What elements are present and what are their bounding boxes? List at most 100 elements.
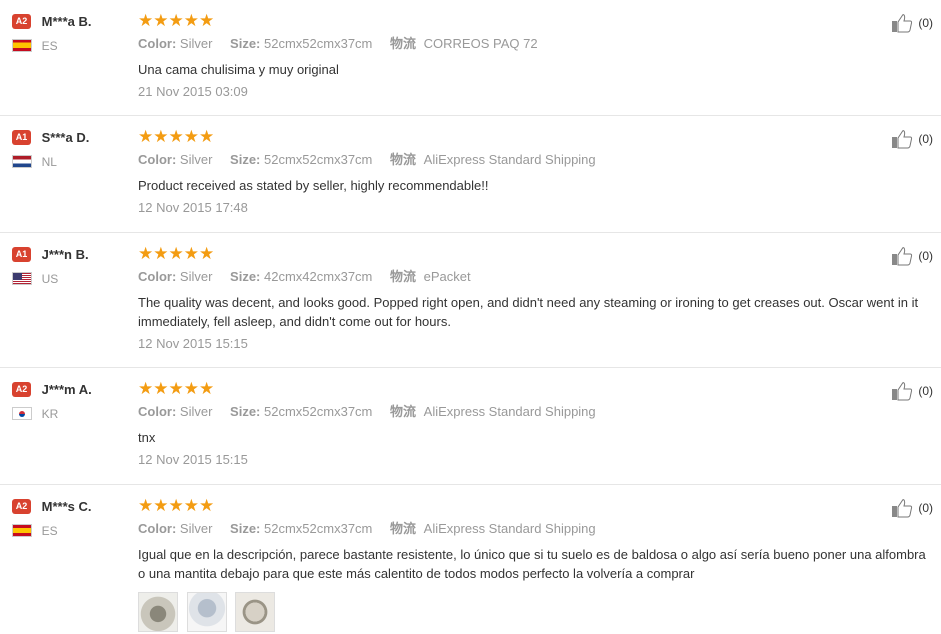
review-date: 21 Nov 2015 03:09: [138, 84, 248, 99]
logistics-icon: 物流: [390, 152, 417, 167]
review-date: 12 Nov 2015 15:15: [138, 336, 248, 351]
shipping-method: ePacket: [423, 269, 471, 284]
color-value: Silver: [179, 36, 213, 51]
review-text: Product received as stated by seller, hi…: [138, 178, 489, 193]
review-content: ★★★★★ Color: Silver Size: 52cmx52cmx37cm…: [138, 12, 929, 100]
size-value: 42cmx42cmx37cm: [264, 269, 373, 284]
thumbs-up-icon: [891, 499, 913, 518]
shipping-method: AliExpress Standard Shipping: [423, 521, 596, 536]
country-code: US: [41, 271, 59, 286]
shipping-method: CORREOS PAQ 72: [423, 36, 538, 51]
logistics-icon: 物流: [390, 269, 417, 284]
color-label: Color:: [138, 404, 177, 419]
review-text: Una cama chulisima y muy original: [138, 62, 339, 77]
star-rating: ★★★★★: [138, 11, 215, 30]
country-code: ES: [41, 38, 58, 53]
size-value: 52cmx52cmx37cm: [264, 521, 373, 536]
logistics-icon: 物流: [390, 521, 417, 536]
size-label: Size:: [230, 269, 261, 284]
country-code: KR: [41, 406, 59, 421]
review-date: 12 Nov 2015 15:15: [138, 452, 248, 467]
buyer-info: A2 J***m A. KR: [12, 381, 132, 421]
logistics-icon: 物流: [390, 36, 417, 51]
helpful-button[interactable]: (0): [891, 246, 933, 266]
size-label: Size:: [230, 152, 261, 167]
star-rating: ★★★★★: [138, 379, 215, 398]
review-content: ★★★★★ Color: Silver Size: 52cmx52cmx37cm…: [138, 380, 929, 468]
country-code: ES: [41, 523, 58, 538]
review-content: ★★★★★ Color: Silver Size: 52cmx52cmx37cm…: [138, 128, 929, 216]
buyer-name: M***a B.: [41, 14, 92, 30]
buyer-info: A1 S***a D. NL: [12, 129, 132, 169]
size-label: Size:: [230, 404, 261, 419]
review-content: ★★★★★ Color: Silver Size: 52cmx52cmx37cm…: [138, 497, 929, 634]
color-value: Silver: [179, 269, 213, 284]
thumbs-up-icon: [891, 14, 913, 33]
color-value: Silver: [179, 404, 213, 419]
buyer-level-badge: A2: [12, 14, 31, 30]
thumbs-up-icon: [891, 130, 913, 149]
review-text: Igual que en la descripción, parece bast…: [138, 547, 926, 581]
order-properties: Color: Silver Size: 52cmx52cmx37cm 物流 Al…: [138, 152, 929, 168]
spain-flag-icon: [12, 39, 32, 53]
review-item: A2 J***m A. KR ★★★★★ Color: Silver Size:…: [0, 368, 941, 485]
buyer-name: S***a D.: [41, 130, 90, 146]
logistics-icon: 物流: [390, 404, 417, 419]
shipping-method: AliExpress Standard Shipping: [423, 404, 596, 419]
color-value: Silver: [179, 521, 213, 536]
order-properties: Color: Silver Size: 42cmx42cmx37cm 物流 eP…: [138, 269, 929, 285]
review-content: ★★★★★ Color: Silver Size: 42cmx42cmx37cm…: [138, 245, 929, 352]
helpful-button[interactable]: (0): [891, 381, 933, 401]
buyer-level-badge: A2: [12, 382, 31, 398]
buyer-country: ES: [12, 37, 132, 53]
reviews-list: A2 M***a B. ES ★★★★★ Color: Silver Size:…: [0, 0, 941, 633]
order-properties: Color: Silver Size: 52cmx52cmx37cm 物流 CO…: [138, 36, 929, 52]
review-photo-thumbnail[interactable]: [138, 592, 178, 632]
spain-flag-icon: [12, 524, 32, 538]
buyer-name: J***n B.: [41, 247, 89, 263]
buyer-name: M***s C.: [41, 499, 92, 515]
review-item: A2 M***a B. ES ★★★★★ Color: Silver Size:…: [0, 0, 941, 116]
buyer-country: US: [12, 270, 132, 286]
buyer-country: ES: [12, 522, 132, 538]
helpful-count: (0): [918, 384, 933, 398]
buyer-level-badge: A1: [12, 130, 31, 146]
shipping-method: AliExpress Standard Shipping: [423, 152, 596, 167]
buyer-info: A2 M***a B. ES: [12, 13, 132, 53]
helpful-count: (0): [918, 249, 933, 263]
thumbs-up-icon: [891, 247, 913, 266]
color-label: Color:: [138, 521, 177, 536]
size-value: 52cmx52cmx37cm: [264, 404, 373, 419]
review-photos: [138, 592, 929, 634]
helpful-count: (0): [918, 132, 933, 146]
buyer-name: J***m A.: [41, 382, 92, 398]
color-value: Silver: [179, 152, 213, 167]
helpful-button[interactable]: (0): [891, 498, 933, 518]
color-label: Color:: [138, 269, 177, 284]
review-photo-thumbnail[interactable]: [186, 592, 227, 632]
order-properties: Color: Silver Size: 52cmx52cmx37cm 物流 Al…: [138, 521, 929, 537]
buyer-info: A1 J***n B. US: [12, 246, 132, 286]
star-rating: ★★★★★: [138, 496, 215, 515]
buyer-country: NL: [12, 153, 132, 169]
star-rating: ★★★★★: [138, 127, 215, 146]
helpful-button[interactable]: (0): [891, 129, 933, 149]
helpful-count: (0): [918, 501, 933, 515]
review-item: A2 M***s C. ES ★★★★★ Color: Silver Size:…: [0, 485, 941, 633]
size-label: Size:: [230, 36, 261, 51]
netherlands-flag-icon: [12, 155, 32, 169]
review-date: 12 Nov 2015 17:48: [138, 200, 248, 215]
buyer-info: A2 M***s C. ES: [12, 498, 132, 538]
buyer-level-badge: A1: [12, 247, 31, 263]
review-text: tnx: [138, 430, 156, 445]
review-text: The quality was decent, and looks good. …: [138, 295, 919, 329]
helpful-button[interactable]: (0): [891, 13, 933, 33]
review-item: A1 S***a D. NL ★★★★★ Color: Silver Size:…: [0, 116, 941, 233]
color-label: Color:: [138, 152, 177, 167]
buyer-level-badge: A2: [12, 499, 31, 515]
review-item: A1 J***n B. US ★★★★★ Color: Silver Size:…: [0, 233, 941, 368]
review-photo-thumbnail[interactable]: [235, 592, 276, 632]
thumbs-up-icon: [891, 382, 913, 401]
size-label: Size:: [230, 521, 261, 536]
size-value: 52cmx52cmx37cm: [264, 36, 373, 51]
